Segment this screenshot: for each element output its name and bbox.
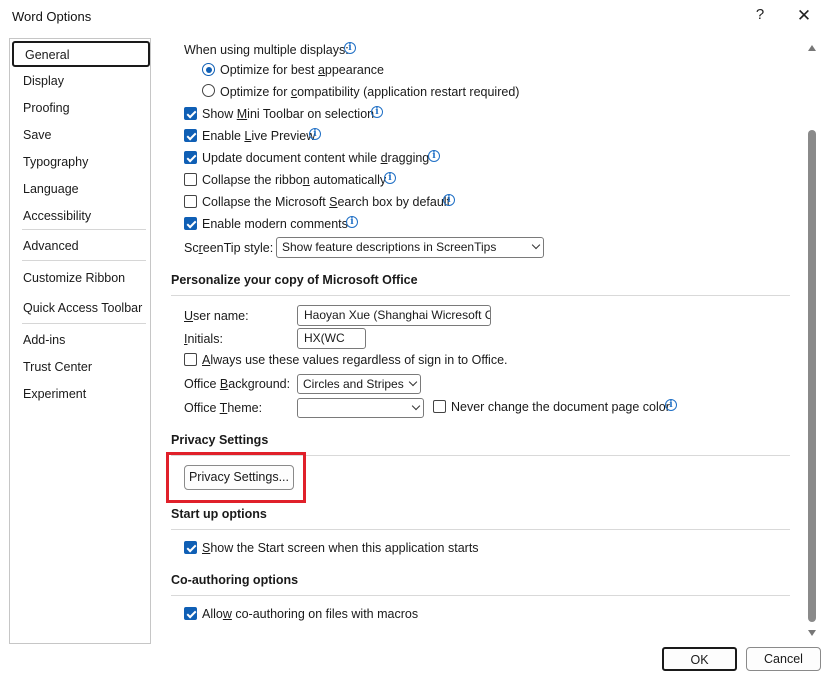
privacy-header: Privacy Settings xyxy=(171,433,269,447)
startup-header: Start up options xyxy=(171,507,267,521)
multi-display-label: When using multiple displays: xyxy=(184,43,349,57)
live-preview-checkbox[interactable] xyxy=(184,129,197,142)
sidebar-item-accessibility[interactable]: Accessibility xyxy=(23,209,91,223)
sidebar-item-quick-access-toolbar[interactable]: Quick Access Toolbar xyxy=(23,301,142,315)
section-divider xyxy=(171,595,790,596)
collapse-ribbon-label[interactable]: Collapse the ribbon automatically xyxy=(202,173,386,187)
modern-comments-checkbox[interactable] xyxy=(184,217,197,230)
modern-comments-label[interactable]: Enable modern comments xyxy=(202,217,348,231)
radio-compatibility-label[interactable]: Optimize for compatibility (application … xyxy=(220,85,519,99)
initials-input[interactable]: HX(WC xyxy=(297,328,366,349)
scroll-down-arrow-icon[interactable] xyxy=(804,626,820,640)
ok-button[interactable]: OK xyxy=(662,647,737,671)
radio-best-appearance[interactable] xyxy=(202,63,215,76)
coauthoring-header: Co-authoring options xyxy=(171,573,299,587)
sidebar-divider xyxy=(22,229,146,230)
screentip-style-label: ScreenTip style: xyxy=(184,241,274,255)
collapse-search-checkbox[interactable] xyxy=(184,195,197,208)
section-divider xyxy=(171,529,790,530)
info-icon[interactable]: i xyxy=(443,194,455,206)
update-dragging-label[interactable]: Update document content while dragging xyxy=(202,151,429,165)
info-icon[interactable]: i xyxy=(346,216,358,228)
office-theme-label: Office Theme: xyxy=(184,401,263,415)
sidebar-item-customize-ribbon[interactable]: Customize Ribbon xyxy=(23,271,125,285)
info-icon[interactable]: i xyxy=(371,106,383,118)
radio-compatibility[interactable] xyxy=(202,84,215,97)
collapse-search-label[interactable]: Collapse the Microsoft Search box by def… xyxy=(202,195,450,209)
sidebar-item-language[interactable]: Language xyxy=(23,182,79,196)
office-background-select[interactable]: Circles and Stripes xyxy=(297,374,421,394)
allow-coauthoring-checkbox[interactable] xyxy=(184,607,197,620)
sidebar-divider xyxy=(22,323,146,324)
chevron-down-icon xyxy=(411,401,421,411)
sidebar-item-display[interactable]: Display xyxy=(23,74,64,88)
cancel-button[interactable]: Cancel xyxy=(746,647,821,671)
sidebar-item-experiment[interactable]: Experiment xyxy=(23,387,86,401)
always-use-checkbox[interactable] xyxy=(184,353,197,366)
chevron-down-icon xyxy=(408,377,418,387)
never-change-page-color-label[interactable]: Never change the document page color xyxy=(451,400,670,414)
collapse-ribbon-checkbox[interactable] xyxy=(184,173,197,186)
info-icon[interactable]: i xyxy=(428,150,440,162)
sidebar-item-trust-center[interactable]: Trust Center xyxy=(23,360,92,374)
live-preview-label[interactable]: Enable Live Preview xyxy=(202,129,315,143)
initials-label: Initials: xyxy=(184,332,223,346)
office-background-value: Circles and Stripes xyxy=(303,377,404,391)
screentip-style-select[interactable]: Show feature descriptions in ScreenTips xyxy=(276,237,544,258)
show-start-screen-label[interactable]: Show the Start screen when this applicat… xyxy=(202,541,479,555)
help-icon[interactable]: ? xyxy=(752,6,768,23)
sidebar-item-general[interactable]: General xyxy=(12,41,150,67)
office-background-label: Office Background: xyxy=(184,377,291,391)
mini-toolbar-checkbox[interactable] xyxy=(184,107,197,120)
personalize-header: Personalize your copy of Microsoft Offic… xyxy=(171,273,418,287)
window-title: Word Options xyxy=(12,9,92,24)
info-icon[interactable]: i xyxy=(344,42,356,54)
office-theme-select[interactable] xyxy=(297,398,424,418)
highlight-box xyxy=(166,452,306,503)
sidebar-item-label: General xyxy=(25,48,70,62)
sidebar-item-typography[interactable]: Typography xyxy=(23,155,88,169)
title-bar xyxy=(0,0,831,34)
info-icon[interactable]: i xyxy=(384,172,396,184)
allow-coauthoring-label[interactable]: Allow co-authoring on files with macros xyxy=(202,607,418,621)
screentip-style-value: Show feature descriptions in ScreenTips xyxy=(282,240,497,254)
mini-toolbar-label[interactable]: Show Mini Toolbar on selection xyxy=(202,107,374,121)
sidebar: General Display Proofing Save Typography… xyxy=(9,38,151,644)
sidebar-divider xyxy=(22,260,146,261)
sidebar-item-add-ins[interactable]: Add-ins xyxy=(23,333,65,347)
section-divider xyxy=(171,295,790,296)
info-icon[interactable]: i xyxy=(665,399,677,411)
sidebar-item-advanced[interactable]: Advanced xyxy=(23,239,79,253)
always-use-label[interactable]: Always use these values regardless of si… xyxy=(202,353,508,367)
scroll-up-arrow-icon[interactable] xyxy=(804,42,820,56)
user-name-label: User name: xyxy=(184,309,249,323)
never-change-page-color-checkbox[interactable] xyxy=(433,400,446,413)
sidebar-item-save[interactable]: Save xyxy=(23,128,52,142)
show-start-screen-checkbox[interactable] xyxy=(184,541,197,554)
user-name-input[interactable]: Haoyan Xue (Shanghai Wicresoft Co xyxy=(297,305,491,326)
chevron-down-icon xyxy=(531,240,541,250)
sidebar-item-proofing[interactable]: Proofing xyxy=(23,101,70,115)
info-icon[interactable]: i xyxy=(309,128,321,140)
radio-best-appearance-label[interactable]: Optimize for best appearance xyxy=(220,63,384,77)
close-icon[interactable]: ✕ xyxy=(795,6,813,26)
update-dragging-checkbox[interactable] xyxy=(184,151,197,164)
scrollbar-thumb[interactable] xyxy=(808,130,816,622)
